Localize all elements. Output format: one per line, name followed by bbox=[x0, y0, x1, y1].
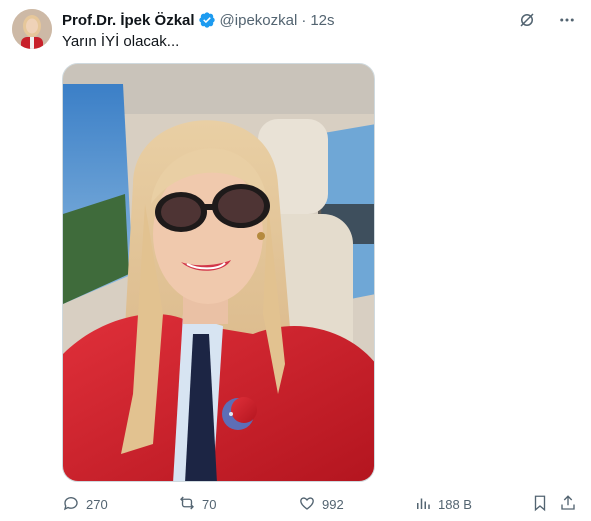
views-button[interactable]: 188 B bbox=[414, 494, 472, 515]
tweet-time[interactable]: 12s bbox=[310, 12, 334, 29]
tweet-header: Prof.Dr. İpek Özkal @ipekozkal · 12s bbox=[62, 9, 577, 31]
share-icon bbox=[559, 494, 577, 515]
views-icon bbox=[414, 494, 432, 515]
views-count: 188 B bbox=[438, 497, 472, 512]
reply-count: 270 bbox=[86, 497, 108, 512]
photo-illustration bbox=[63, 64, 374, 481]
reply-icon bbox=[62, 494, 80, 515]
more-icon[interactable] bbox=[557, 10, 577, 30]
repost-icon bbox=[178, 494, 196, 515]
avatar[interactable] bbox=[12, 9, 52, 49]
reply-button[interactable]: 270 bbox=[62, 494, 108, 515]
repost-count: 70 bbox=[202, 497, 217, 512]
repost-button[interactable]: 70 bbox=[178, 494, 216, 515]
bookmark-icon bbox=[531, 494, 549, 515]
tweet-actions: 270 70 992 188 B bbox=[62, 492, 577, 516]
grok-icon[interactable] bbox=[517, 10, 537, 30]
like-count: 992 bbox=[322, 497, 344, 512]
bookmark-button[interactable] bbox=[531, 494, 549, 515]
tweet-text: Yarın İYİ olacak... bbox=[62, 33, 180, 50]
tweet-photo[interactable] bbox=[62, 63, 375, 482]
verified-badge-icon bbox=[198, 11, 216, 29]
share-button[interactable] bbox=[559, 494, 577, 515]
separator-dot: · bbox=[301, 11, 307, 29]
author-name[interactable]: Prof.Dr. İpek Özkal bbox=[62, 12, 195, 29]
author-handle[interactable]: @ipekozkal bbox=[220, 12, 298, 29]
like-icon bbox=[298, 494, 316, 515]
like-button[interactable]: 992 bbox=[298, 494, 344, 515]
